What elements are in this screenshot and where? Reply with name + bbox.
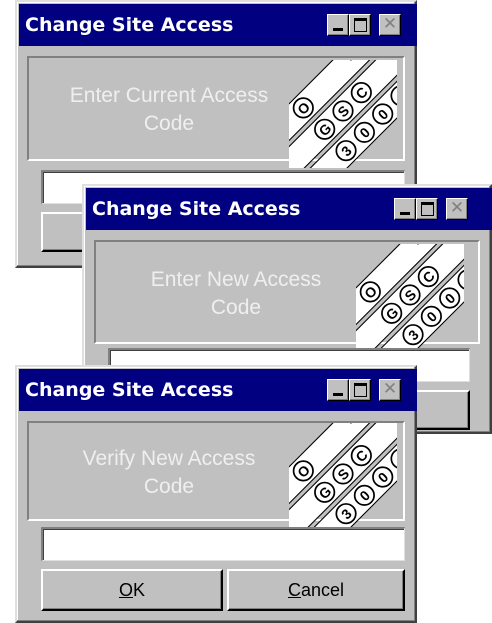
ok-button[interactable]: OK	[41, 569, 223, 611]
ok-button-label: OK	[118, 580, 146, 600]
maximize-button[interactable]	[416, 198, 438, 220]
close-button[interactable]: ✕	[446, 198, 468, 220]
prompt-line-2: Code	[143, 475, 195, 498]
verify-code-field[interactable]	[41, 527, 405, 561]
minimize-button[interactable]	[394, 198, 416, 220]
close-button[interactable]: ✕	[379, 379, 401, 401]
gsc-keypad-logo-icon: O G S C 3 0 0 0	[356, 244, 464, 352]
prompt-line-1: Enter Current Access	[69, 84, 269, 107]
minimize-button[interactable]	[327, 14, 349, 36]
close-button[interactable]: ✕	[379, 14, 401, 36]
minimize-button[interactable]	[327, 379, 349, 401]
prompt-line-2: Code	[143, 112, 195, 135]
gsc-keypad-logo-icon: O G S C 3 0 0 0	[289, 60, 397, 168]
cancel-button[interactable]: Cancel	[227, 569, 405, 611]
prompt-line-1: Verify New Access	[82, 447, 256, 470]
dialog-verify-new-code: Change Site Access ✕ Verify New Access C…	[15, 365, 417, 623]
prompt-line-2: Code	[210, 296, 262, 319]
window-title: Change Site Access	[25, 14, 234, 36]
window-title: Change Site Access	[92, 198, 301, 220]
maximize-button[interactable]	[349, 379, 371, 401]
maximize-button[interactable]	[349, 14, 371, 36]
title-bar[interactable]: Change Site Access ✕	[19, 4, 417, 46]
title-bar[interactable]: Change Site Access ✕	[86, 188, 492, 230]
gsc-keypad-logo-icon: O G S C 3 0 0 0	[289, 423, 397, 531]
prompt-text: Enter New Access Code	[106, 266, 366, 322]
prompt-text: Enter Current Access Code	[39, 82, 299, 138]
prompt-line-1: Enter New Access	[150, 268, 322, 291]
prompt-text: Verify New Access Code	[39, 445, 299, 501]
cancel-button-label: Cancel	[287, 580, 345, 600]
window-title: Change Site Access	[25, 379, 234, 401]
title-bar[interactable]: Change Site Access ✕	[19, 369, 417, 411]
